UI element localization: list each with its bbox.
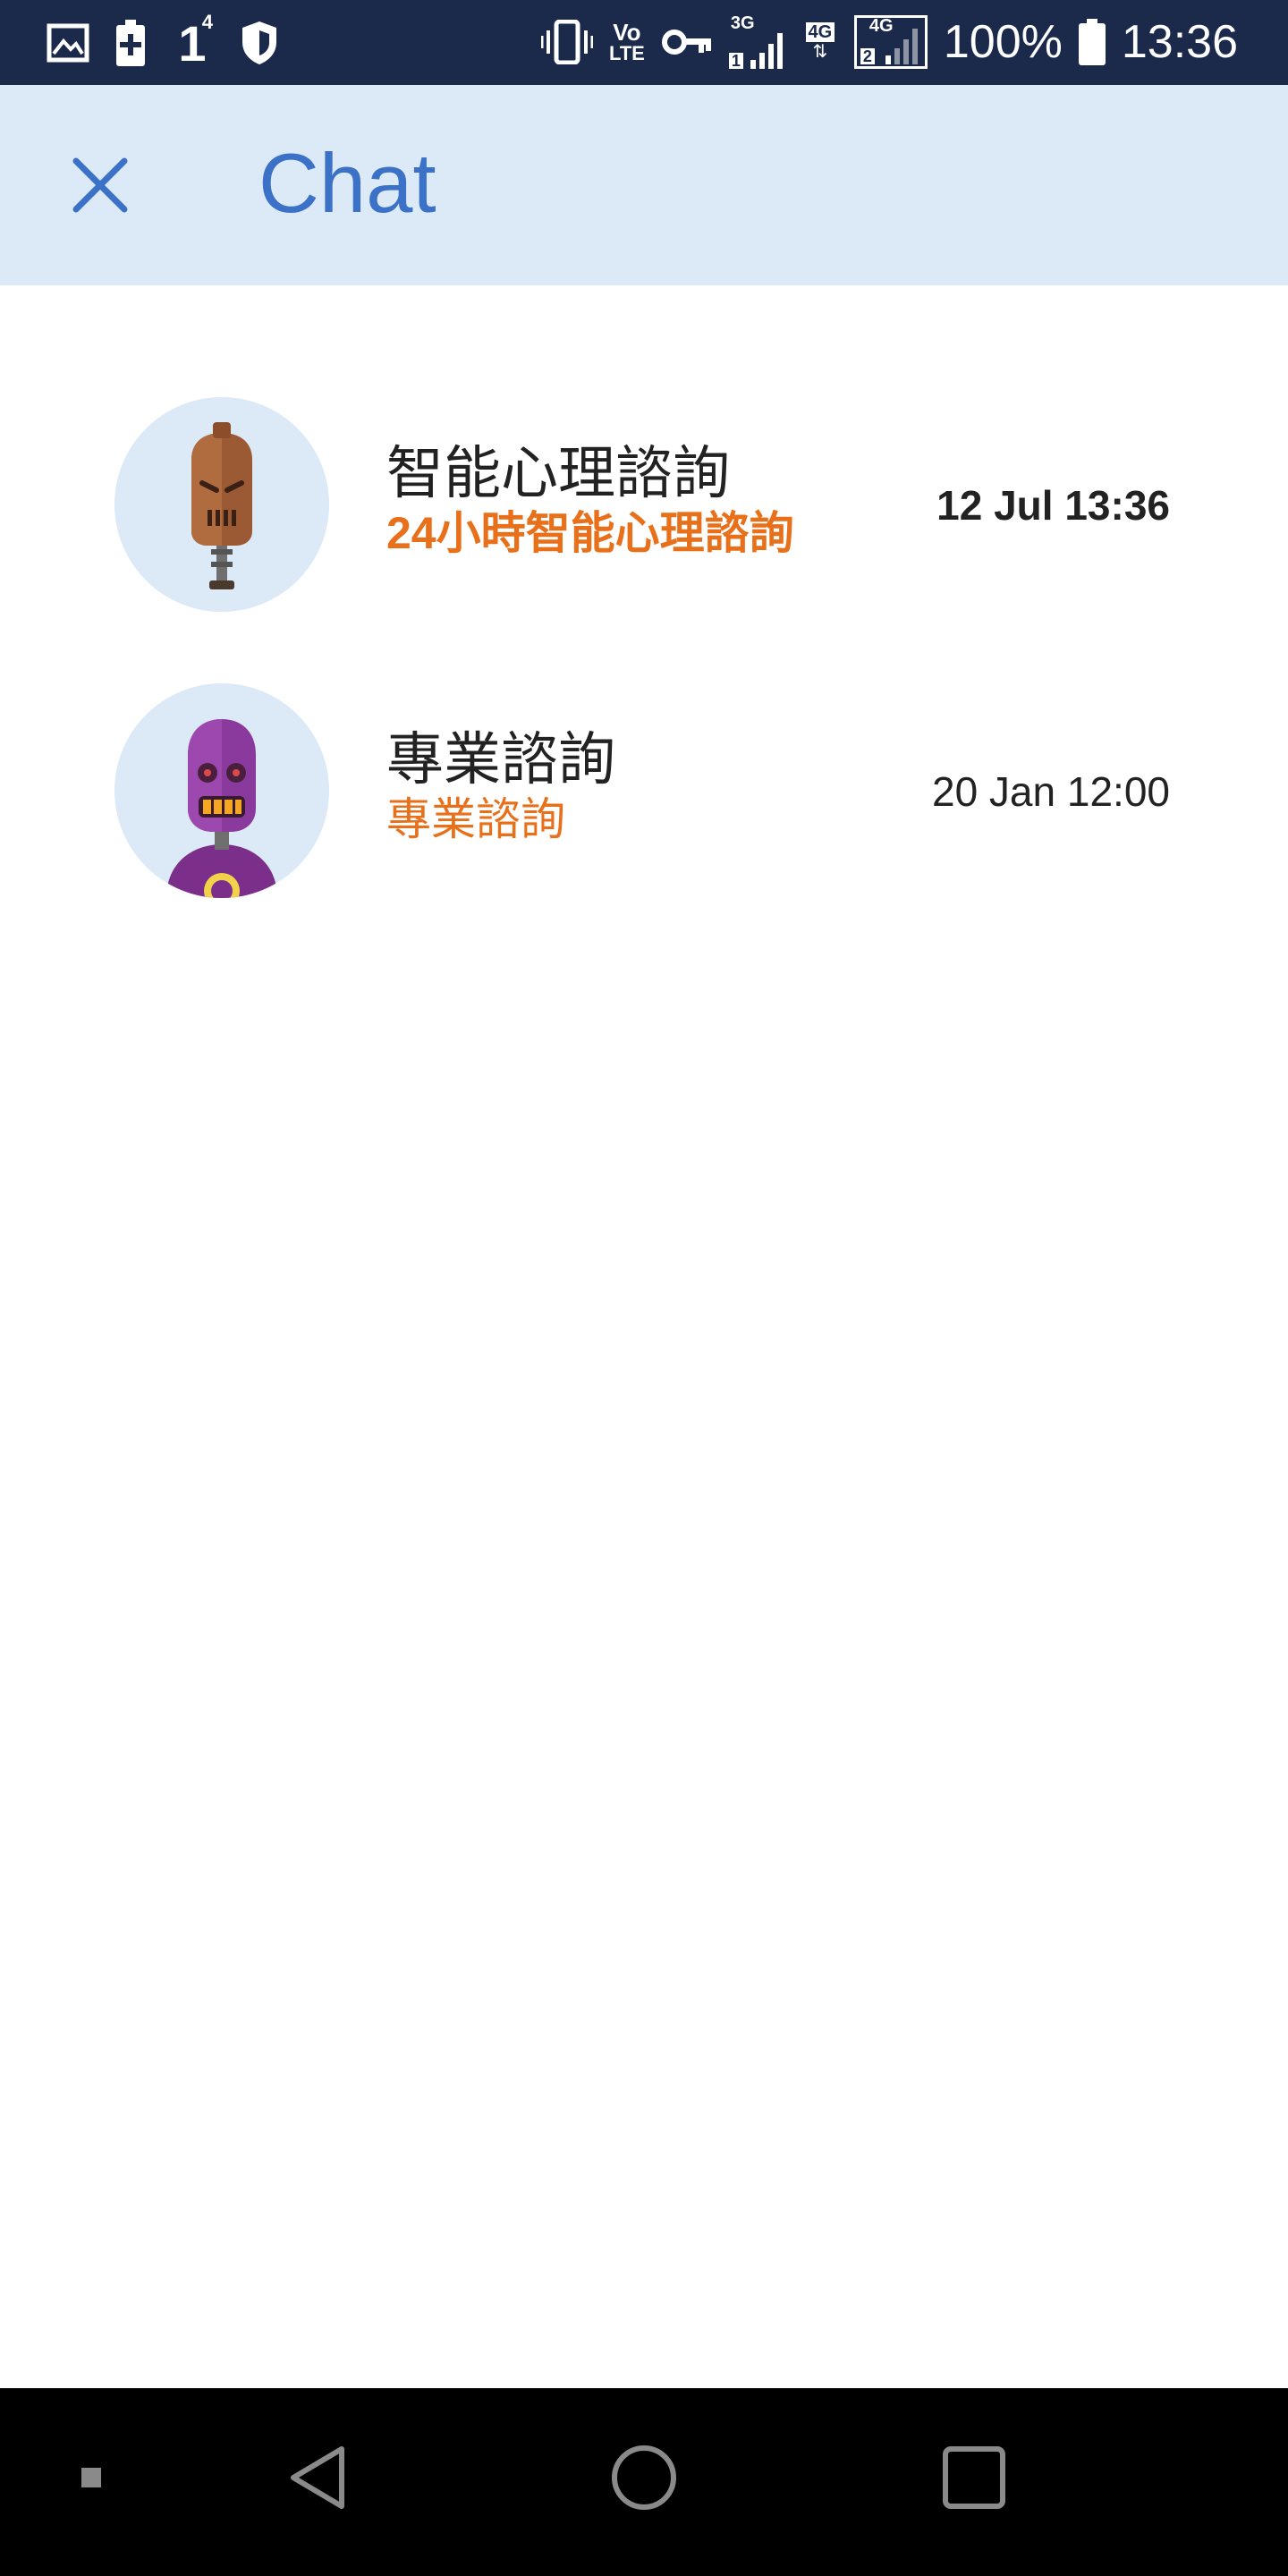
chat-item[interactable]: 專業諮詢 專業諮詢 20 Jan 12:00 [0, 683, 1288, 952]
avatar [114, 397, 329, 612]
home-icon [612, 2445, 676, 2510]
recent-dot-icon [81, 2468, 101, 2487]
brown-robot-avatar-icon [191, 422, 252, 589]
image-icon [47, 23, 89, 63]
status-bar: 1 4 Vo LTE 3G 1 4G ⇅ 4G 2 100% 13:36 [0, 0, 1288, 85]
vpn-key-icon [661, 27, 713, 57]
close-icon [72, 157, 128, 213]
sim2-signal-icon: 4G 2 [853, 15, 928, 69]
overview-icon [943, 2446, 1005, 2509]
volte-indicator: Vo LTE [608, 19, 645, 64]
battery-percent: 100% [943, 16, 1063, 68]
page-title: Chat [258, 136, 436, 230]
vibrate-icon [540, 20, 593, 64]
chat-item[interactable]: 智能心理諮詢 24小時智能心理諮詢 12 Jul 13:36 [0, 397, 1288, 665]
navigation-bar [0, 2388, 1288, 2576]
status-bar-right: Vo LTE 3G 1 4G ⇅ 4G 2 100% 13:36 [540, 11, 1238, 73]
chat-subtitle: 專業諮詢 [386, 794, 565, 844]
status-time: 13:36 [1121, 16, 1238, 68]
data-activity-icon: 4G ⇅ [802, 22, 838, 62]
battery-icon [1078, 19, 1106, 65]
back-icon [291, 2446, 344, 2509]
overview-button[interactable] [925, 2428, 1023, 2527]
close-button[interactable] [55, 140, 145, 230]
purple-robot-avatar-icon [166, 719, 277, 898]
shield-icon [240, 20, 279, 66]
sim1-signal-icon: 3G 1 [728, 13, 786, 69]
avatar [114, 683, 329, 898]
notification-count: 1 4 [178, 10, 213, 72]
chat-time: 20 Jan 12:00 [931, 768, 1170, 815]
back-button[interactable] [268, 2428, 367, 2527]
app-bar: Chat [0, 85, 1288, 285]
chat-subtitle: 24小時智能心理諮詢 [386, 508, 794, 558]
chat-time: 12 Jul 13:36 [936, 482, 1170, 529]
home-button[interactable] [595, 2428, 693, 2527]
battery-saver-icon [116, 20, 145, 66]
recent-dot-button[interactable] [64, 2451, 118, 2504]
status-bar-left: 1 4 [47, 10, 279, 72]
